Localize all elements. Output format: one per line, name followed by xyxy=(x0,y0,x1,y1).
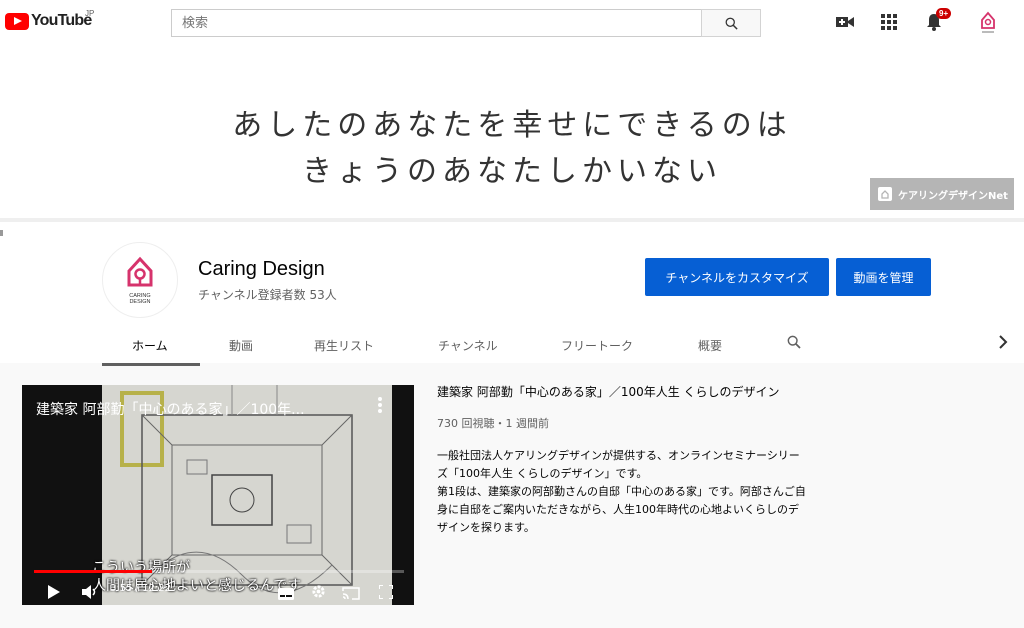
tab-channels[interactable]: チャンネル xyxy=(438,337,498,354)
logo-text: YouTube xyxy=(31,12,92,29)
video-title-link[interactable]: 建築家 阿部勤「中心のある家」／100年人生 くらしのデザイン xyxy=(437,383,780,400)
tab-about[interactable]: 概要 xyxy=(698,337,722,354)
duration: 12:22 xyxy=(142,583,172,594)
channel-banner: あしたのあなたを幸せにできるのは きょうのあなたしかいない ケアリングデザインN… xyxy=(0,44,1024,218)
channel-tabs: ホーム 動画 再生リスト チャンネル フリートーク 概要 xyxy=(0,325,1024,367)
apps-button[interactable] xyxy=(877,10,901,34)
channel-search-button[interactable] xyxy=(786,334,802,353)
chevron-right-icon xyxy=(999,335,1008,349)
video-camera-plus-icon xyxy=(836,17,854,27)
search-icon xyxy=(725,17,738,30)
fullscreen-button[interactable] xyxy=(378,584,394,603)
banner-external-link[interactable]: ケアリングデザインNet xyxy=(870,178,1014,210)
youtube-logo[interactable]: YouTube JP xyxy=(5,9,95,30)
create-video-button[interactable] xyxy=(833,10,857,34)
video-overlay-title[interactable]: 建築家 阿部勤「中心のある家」／100年... xyxy=(36,399,305,419)
search-input[interactable] xyxy=(171,9,701,37)
video-progress-fill xyxy=(34,570,153,573)
gear-icon xyxy=(312,585,325,598)
youtube-channel-page: YouTube JP 9+ あしたのあなたを幸せにできるのは きょうのあなたしか… xyxy=(0,0,1024,628)
settings-button[interactable] xyxy=(311,584,326,603)
customize-channel-button[interactable]: チャンネルをカスタマイズ xyxy=(645,258,829,296)
play-button[interactable] xyxy=(48,584,60,603)
channel-header: CARING DESIGN Caring Design チャンネル登録者数 53… xyxy=(0,218,1024,366)
fullscreen-icon xyxy=(378,584,394,600)
channel-name: Caring Design xyxy=(198,258,325,280)
video-description: 一般社団法人ケアリングデザインが提供する、オンラインセミナーシリーズ「100年人… xyxy=(437,449,806,534)
cast-icon xyxy=(342,587,360,600)
search-icon xyxy=(787,335,801,349)
apps-grid-icon xyxy=(881,14,897,30)
channel-avatar[interactable]: CARING DESIGN xyxy=(102,242,178,318)
time-display: 3:55 / 12:22 xyxy=(110,583,172,594)
country-code: JP xyxy=(85,9,95,18)
tab-home[interactable]: ホーム xyxy=(132,337,168,354)
caring-design-logo-icon xyxy=(981,11,995,33)
more-vertical-icon xyxy=(378,397,382,413)
masthead: YouTube JP 9+ xyxy=(0,0,1024,44)
notification-badge: 9+ xyxy=(936,8,952,19)
video-meta: 730 回視聴・1 週間前 xyxy=(437,417,549,430)
banner-line-1: あしたのあなたを幸せにできるのは xyxy=(232,108,792,143)
tabs-next-button[interactable] xyxy=(998,335,1008,352)
featured-video-player[interactable]: 建築家 阿部勤「中心のある家」／100年... こういう場所が 人間は居心地よい… xyxy=(22,385,414,605)
current-time: 3:55 xyxy=(110,583,133,594)
avatar-label: CARING DESIGN xyxy=(129,293,151,305)
video-progress-bar[interactable] xyxy=(34,570,404,573)
caring-design-logo-icon xyxy=(878,187,892,201)
tab-videos[interactable]: 動画 xyxy=(229,337,253,354)
subtitles-button[interactable] xyxy=(278,585,294,604)
youtube-play-icon xyxy=(5,12,29,30)
player-controls: 3:55 / 12:22 xyxy=(22,578,414,605)
cast-button[interactable] xyxy=(342,585,360,604)
tab-discussion[interactable]: フリートーク xyxy=(561,337,633,354)
volume-icon xyxy=(82,585,96,599)
play-icon xyxy=(48,585,60,599)
manage-videos-button[interactable]: 動画を管理 xyxy=(836,258,931,296)
account-avatar[interactable] xyxy=(977,8,999,36)
active-tab-indicator xyxy=(102,363,200,366)
search-button[interactable] xyxy=(701,9,761,37)
volume-button[interactable] xyxy=(82,584,98,603)
banner-link-label: ケアリングデザインNet xyxy=(898,190,1008,202)
scroll-indicator xyxy=(0,230,3,236)
subtitles-icon xyxy=(278,588,294,600)
video-more-button[interactable] xyxy=(378,397,382,417)
subscriber-count: チャンネル登録者数 53人 xyxy=(198,288,337,302)
subtitle-line-1: こういう場所が xyxy=(92,560,190,576)
caring-design-logo-icon xyxy=(127,256,153,287)
tab-playlists[interactable]: 再生リスト xyxy=(314,337,374,354)
